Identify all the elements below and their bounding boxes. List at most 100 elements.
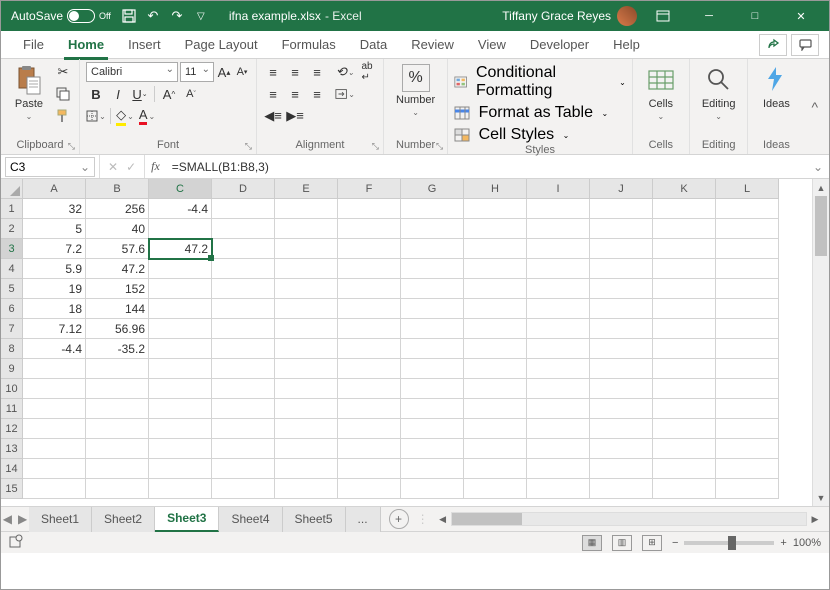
row-header[interactable]: 14 (1, 459, 23, 479)
decrease-font-icon[interactable]: A▾ (234, 62, 250, 82)
format-as-table-button[interactable]: Format as Table ⌄ (454, 104, 608, 122)
row-header[interactable]: 7 (1, 319, 23, 339)
cell[interactable] (464, 219, 527, 239)
share-button[interactable] (759, 34, 787, 56)
cell[interactable] (86, 419, 149, 439)
increase-indent-icon[interactable]: ▶≡ (285, 106, 305, 126)
cell[interactable]: 32 (23, 199, 86, 219)
scroll-up-icon[interactable]: ▲ (813, 179, 829, 196)
cell[interactable] (590, 459, 653, 479)
cell[interactable] (401, 419, 464, 439)
cell[interactable] (716, 379, 779, 399)
cell[interactable] (275, 299, 338, 319)
row-header[interactable]: 15 (1, 479, 23, 499)
cell[interactable] (149, 359, 212, 379)
cell[interactable]: -4.4 (23, 339, 86, 359)
cell[interactable] (86, 479, 149, 499)
cell[interactable] (716, 259, 779, 279)
column-header[interactable]: J (590, 179, 653, 199)
tab-formulas[interactable]: Formulas (270, 31, 348, 59)
borders-icon[interactable] (86, 106, 106, 126)
paste-button[interactable]: Paste ⌄ (7, 62, 51, 123)
cell[interactable] (212, 279, 275, 299)
cell[interactable] (212, 219, 275, 239)
cell[interactable] (275, 259, 338, 279)
cell[interactable] (338, 299, 401, 319)
ideas-button[interactable]: Ideas (754, 62, 798, 112)
cell[interactable] (527, 479, 590, 499)
name-box[interactable]: C3 (5, 157, 95, 177)
enter-formula-icon[interactable]: ✓ (126, 160, 136, 174)
vertical-scrollbar[interactable]: ▲ ▼ (812, 179, 829, 506)
cell[interactable] (464, 339, 527, 359)
qat-customize-icon[interactable]: ▽ (189, 4, 213, 28)
cell[interactable] (212, 319, 275, 339)
row-header[interactable]: 2 (1, 219, 23, 239)
tab-developer[interactable]: Developer (518, 31, 601, 59)
cell[interactable] (149, 439, 212, 459)
expand-formula-bar-icon[interactable]: ⌄ (807, 160, 829, 174)
cell[interactable]: 19 (23, 279, 86, 299)
merge-icon[interactable] (335, 84, 355, 104)
save-icon[interactable] (117, 4, 141, 28)
cell[interactable] (338, 459, 401, 479)
cell[interactable] (527, 399, 590, 419)
format-painter-icon[interactable] (53, 106, 73, 126)
cell[interactable] (275, 279, 338, 299)
cell[interactable] (590, 259, 653, 279)
row-header[interactable]: 13 (1, 439, 23, 459)
cell[interactable] (716, 239, 779, 259)
cell[interactable] (527, 319, 590, 339)
user-avatar[interactable] (617, 6, 637, 26)
number-dialog-icon[interactable]: ⤡ (436, 141, 443, 152)
cell[interactable] (527, 379, 590, 399)
cell[interactable] (653, 359, 716, 379)
cancel-formula-icon[interactable]: ✕ (108, 160, 118, 174)
zoom-slider[interactable] (684, 541, 774, 545)
close-button[interactable]: ✕ (781, 1, 821, 31)
column-header[interactable]: F (338, 179, 401, 199)
cell[interactable] (149, 399, 212, 419)
copy-icon[interactable] (53, 84, 73, 104)
cell[interactable] (149, 419, 212, 439)
sheet-tab[interactable]: Sheet1 (29, 507, 92, 532)
cell[interactable] (527, 439, 590, 459)
column-header[interactable]: B (86, 179, 149, 199)
tab-file[interactable]: File (11, 31, 56, 59)
cell[interactable] (149, 279, 212, 299)
cell[interactable] (527, 259, 590, 279)
select-all-corner[interactable] (1, 179, 23, 199)
cell[interactable] (338, 259, 401, 279)
undo-icon[interactable]: ↶ (141, 4, 165, 28)
cell[interactable] (401, 339, 464, 359)
font-dialog-icon[interactable]: ⤡ (245, 141, 252, 152)
cell[interactable] (653, 419, 716, 439)
cell[interactable] (590, 279, 653, 299)
horizontal-scrollbar[interactable]: ◀ ▶ (435, 512, 823, 526)
collapse-ribbon-icon[interactable]: ^ (804, 59, 825, 154)
cell[interactable] (653, 439, 716, 459)
alignment-dialog-icon[interactable]: ⤡ (372, 141, 379, 152)
row-header[interactable]: 11 (1, 399, 23, 419)
cell[interactable] (590, 439, 653, 459)
cell[interactable] (212, 239, 275, 259)
align-center-icon[interactable]: ≡ (285, 84, 305, 104)
cell[interactable] (653, 259, 716, 279)
cell[interactable] (464, 279, 527, 299)
cell[interactable]: 57.6 (86, 239, 149, 259)
cell[interactable] (653, 279, 716, 299)
cell[interactable] (527, 459, 590, 479)
cell[interactable] (464, 199, 527, 219)
cell[interactable] (86, 379, 149, 399)
cell[interactable] (401, 359, 464, 379)
cell-styles-button[interactable]: Cell Styles ⌄ (454, 126, 569, 144)
sheet-tab-more[interactable]: ... (346, 507, 381, 532)
zoom-in-button[interactable]: + (780, 537, 786, 549)
cell[interactable] (716, 459, 779, 479)
cell[interactable] (86, 439, 149, 459)
italic-button[interactable]: I (108, 84, 128, 104)
cell[interactable] (653, 319, 716, 339)
cell[interactable]: 47.2 (149, 239, 212, 259)
cell[interactable] (716, 439, 779, 459)
cell[interactable] (716, 319, 779, 339)
